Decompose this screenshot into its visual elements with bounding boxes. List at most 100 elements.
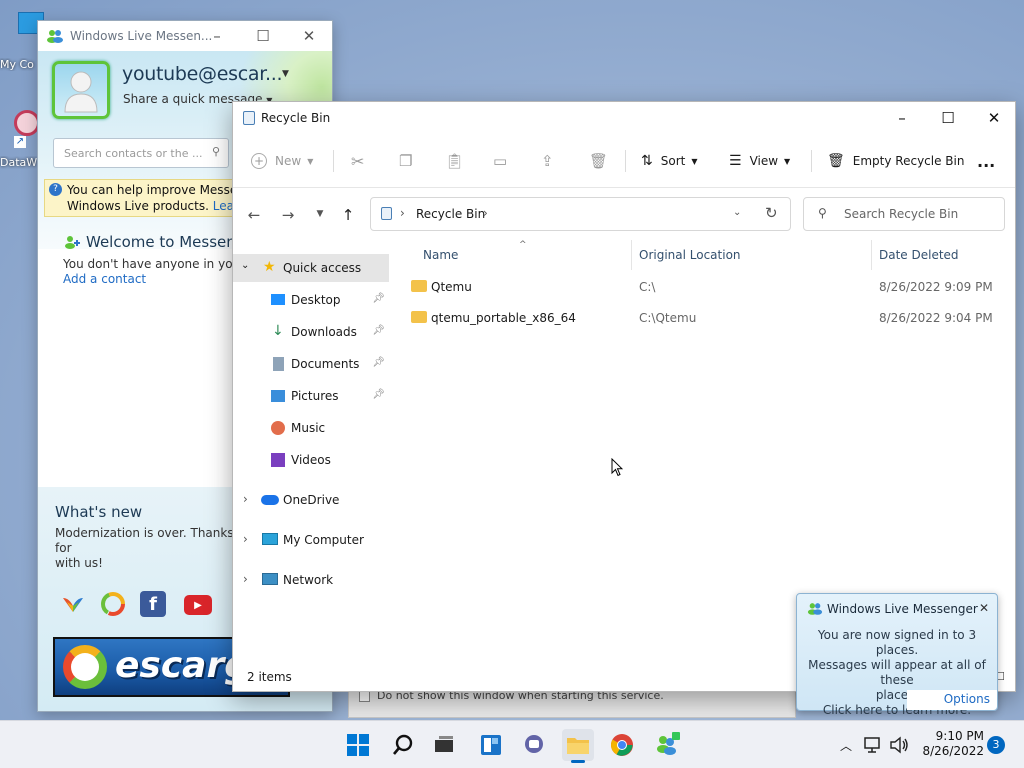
chevron-down-icon[interactable]: ▼ [282,69,289,79]
close-button[interactable]: ✕ [971,102,1015,134]
butterfly-icon[interactable] [60,591,86,617]
pin-icon[interactable]: 📌︎ [372,357,385,368]
sort-icon: ⇅ [641,153,653,169]
share-icon: ⇪ [541,152,554,170]
chrome-icon [611,734,633,756]
empty-recycle-bin-button[interactable]: 🗑︎ Empty Recycle Bin [827,148,964,174]
table-row[interactable]: qtemu_portable_x86_64 C:\Qtemu 8/26/2022… [391,303,1015,333]
add-contact-link[interactable]: Add a contact [63,272,146,286]
command-bar: + New ▼ ✂ ❐ 📋︎ ▭ ⇪ 🗑︎ ⇅ Sort ▼ ☰ View ▼ 🗑︎ Emp… [233,134,1015,188]
username[interactable]: youtube@escar... [122,63,283,85]
sort-button[interactable]: ⇅ Sort ▼ [641,148,698,174]
sidebar-item-documents[interactable]: Documents 📌︎ [233,350,389,378]
options-link[interactable]: Options [944,692,990,706]
youtube-icon[interactable]: ▶ [184,595,212,615]
task-view-icon [435,736,453,752]
pictures-icon [271,390,285,402]
original-location: C:\Qtemu [639,311,697,325]
minimize-button[interactable]: – [879,102,925,134]
view-icon: ☰ [729,153,742,169]
contact-search-input[interactable]: Search contacts or the ... ⚲ [53,138,229,168]
checkbox[interactable] [359,691,370,702]
sidebar-item-videos[interactable]: Videos [233,446,389,474]
chevron-right-icon: › [483,206,488,220]
paste-button[interactable]: 📋︎ [445,148,464,174]
info-text: Windows Live products. [67,199,209,213]
sidebar-item-my-computer[interactable]: › My Computer [233,526,389,554]
chrome-button[interactable] [606,729,638,761]
breadcrumb[interactable]: Recycle Bin [416,207,485,221]
close-icon[interactable]: ✕ [979,601,989,615]
date-deleted: 8/26/2022 9:09 PM [879,280,993,294]
column-header-location[interactable]: Original Location [639,248,741,262]
chevron-down-icon[interactable]: ⌄ [733,207,741,218]
chevron-down-icon: ▼ [784,156,791,166]
column-header-name[interactable]: Name [423,248,458,262]
maximize-button[interactable]: ☐ [925,102,971,134]
search-button[interactable] [387,729,419,761]
share-button[interactable]: ⇪ [541,148,554,174]
clock-time: 9:10 PM [935,729,984,743]
file-explorer-button[interactable] [562,729,594,763]
address-bar[interactable]: › Recycle Bin › ⌄ ↻ [370,197,791,231]
close-button[interactable]: ✕ [286,21,332,51]
refresh-icon[interactable]: ↻ [765,204,778,222]
start-button[interactable] [342,729,374,761]
chevron-right-icon: › [400,206,405,220]
teams-chat-button[interactable] [518,729,550,761]
forward-button[interactable]: → [278,206,298,226]
avatar[interactable] [52,61,110,119]
search-input[interactable]: ⚲ Search Recycle Bin [803,197,1005,231]
chevron-right-icon: › [243,572,248,586]
escargot-logo-icon [63,645,107,689]
facebook-icon[interactable]: f [140,591,166,617]
explorer-titlebar[interactable]: Recycle Bin – ☐ ✕ [233,102,1015,134]
sidebar-item-quick-access[interactable]: ⌄ ★ Quick access [233,254,389,282]
plus-circle-icon: + [251,153,267,169]
clock[interactable]: 9:10 PM 8/26/2022 [914,729,984,759]
widgets-icon [481,735,501,755]
copy-button[interactable]: ❐ [399,148,412,174]
sidebar-item-desktop[interactable]: Desktop 📌︎ [233,286,389,314]
download-icon: ↓ [272,323,284,339]
messenger-logo-icon [657,732,680,755]
maximize-button[interactable]: ☐ [240,21,286,51]
messenger-taskbar-button[interactable] [651,729,683,761]
minimize-button[interactable]: – [194,21,240,51]
document-icon [273,357,284,371]
task-view-button[interactable] [428,729,460,761]
window-title: Recycle Bin [261,111,331,125]
widgets-button[interactable] [475,729,507,761]
new-button[interactable]: + New ▼ [251,148,313,174]
pin-icon[interactable]: 📌︎ [372,293,385,304]
messenger-notification[interactable]: Windows Live Messenger ✕ You are now sig… [796,593,998,717]
delete-button[interactable]: 🗑︎ [589,148,608,174]
column-header-date-deleted[interactable]: Date Deleted [879,248,959,262]
table-row[interactable]: Qtemu C:\ 8/26/2022 9:09 PM [391,272,1015,302]
sort-ascending-icon: ^ [519,240,527,250]
recent-locations-button[interactable]: ▼ [310,209,330,229]
volume-tray-icon[interactable] [883,729,915,761]
sidebar-item-pictures[interactable]: Pictures 📌︎ [233,382,389,410]
cloud-icon [261,495,279,505]
sidebar-item-downloads[interactable]: ↓ Downloads 📌︎ [233,318,389,346]
star-icon: ★ [263,259,276,275]
sidebar-item-network[interactable]: › Network [233,566,389,594]
back-button[interactable]: ← [244,206,264,226]
escargot-icon[interactable] [100,591,126,617]
pin-icon[interactable]: 📌︎ [372,389,385,400]
recycle-bin-icon [243,111,255,125]
mouse-cursor-icon [611,457,624,480]
rename-button[interactable]: ▭ [493,148,507,174]
videos-icon [271,453,285,467]
file-name: Qtemu [431,280,472,294]
notification-count-badge[interactable]: 3 [987,736,1005,754]
sidebar-item-onedrive[interactable]: › OneDrive [233,486,389,514]
up-button[interactable]: ↑ [338,206,358,226]
sidebar-item-music[interactable]: Music [233,414,389,442]
pin-icon[interactable]: 📌︎ [372,325,385,336]
computer-icon [262,533,278,545]
cut-button[interactable]: ✂ [351,148,364,174]
more-options-button[interactable]: ... [977,148,995,174]
view-button[interactable]: ☰ View ▼ [729,148,790,174]
